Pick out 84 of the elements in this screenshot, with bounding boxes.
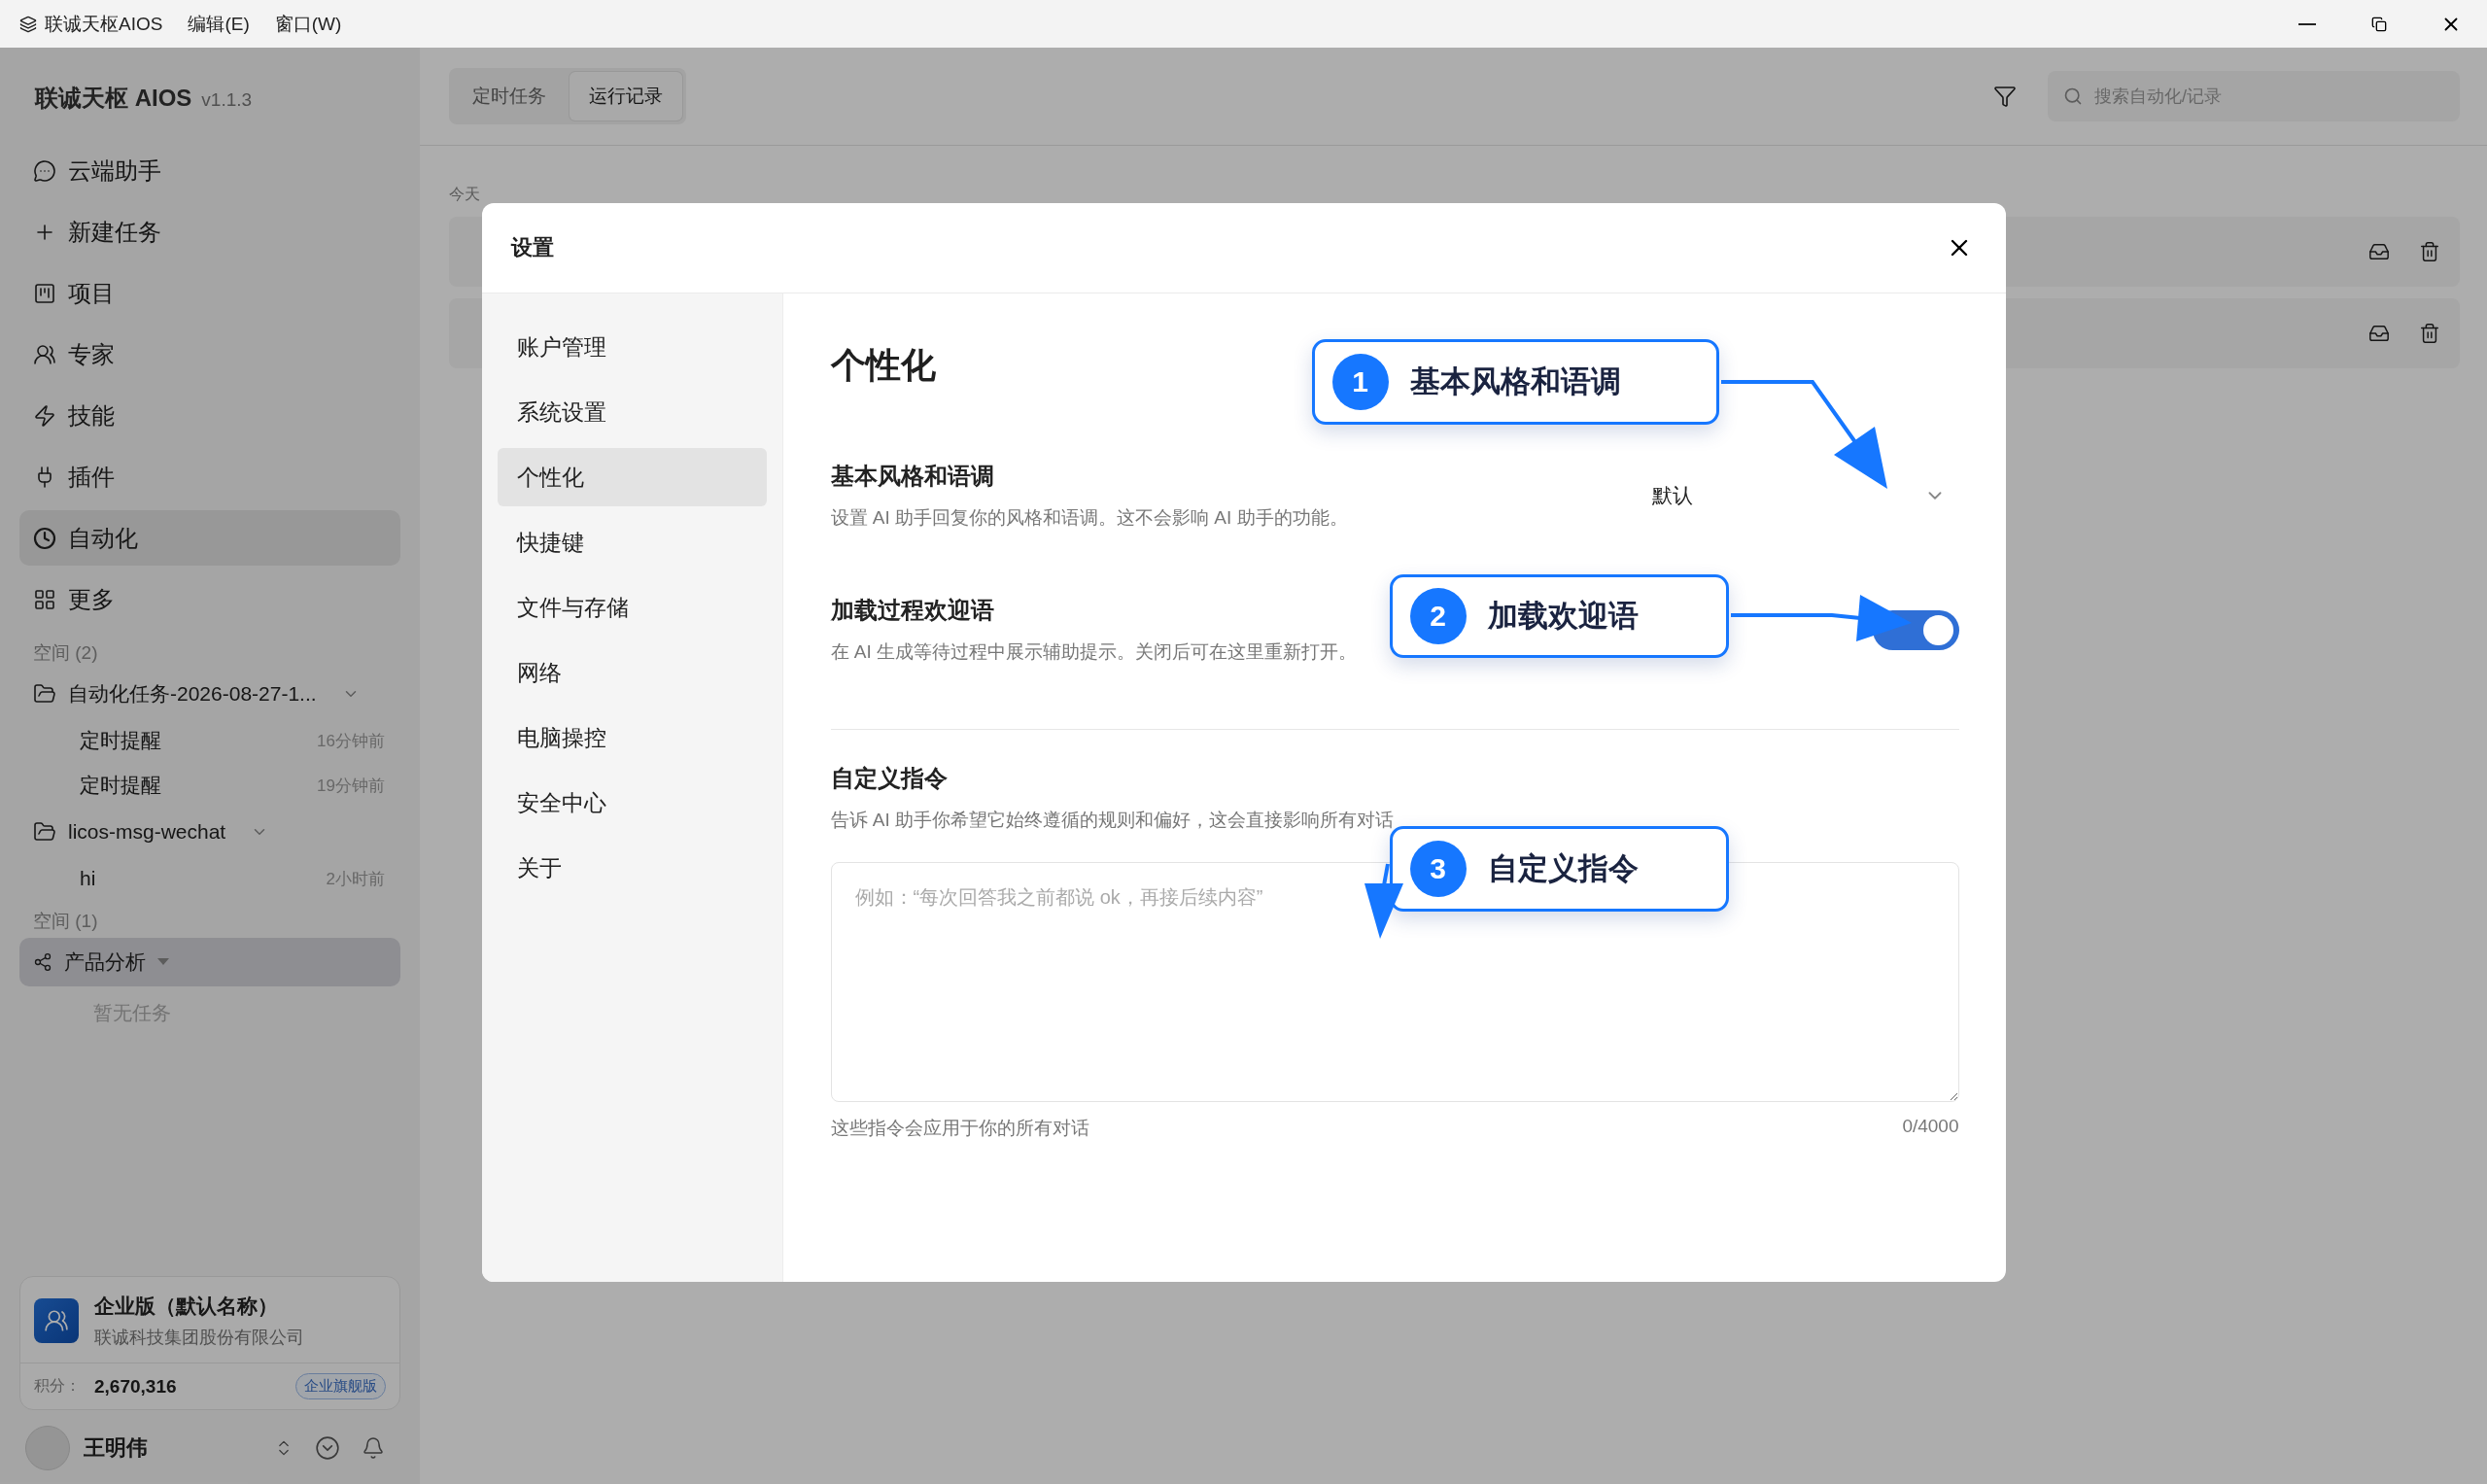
section-heading: 个性化	[830, 344, 936, 387]
task-time: 19分钟前	[317, 775, 385, 797]
team-avatar-icon	[34, 1298, 79, 1343]
sidebar-item[interactable]: 插件	[19, 449, 400, 504]
sidebar-item[interactable]: 技能	[19, 388, 400, 443]
callout-label: 基本风格和语调	[1409, 363, 1621, 400]
plan-badge: 企业旗舰版	[295, 1373, 386, 1399]
hint-text: 这些指令会应用于你的所有对话	[830, 1117, 1089, 1140]
app-logo-icon	[19, 15, 37, 33]
plan-name: 企业版（默认名称）	[94, 1294, 279, 1319]
number-badge: 3	[1409, 841, 1467, 897]
setting-title: 自定义指令	[830, 764, 949, 793]
setting-description: 在 AI 生成等待过程中展示辅助提示。关闭后可在这里重新打开。	[830, 640, 1357, 664]
share-icon	[33, 952, 52, 972]
settings-nav-item[interactable]: 电脑操控	[497, 708, 767, 767]
settings-nav-item[interactable]: 文件与存储	[497, 578, 767, 637]
sidebar-item[interactable]: 项目	[19, 265, 400, 321]
task-item[interactable]: 定时提醒 19分钟前	[19, 763, 400, 808]
settings-nav-item[interactable]: 安全中心	[497, 774, 767, 832]
clock-icon	[33, 526, 56, 550]
sidebar-item[interactable]: 云端助手	[19, 143, 400, 198]
space-group[interactable]: licos-msg-wechat	[19, 808, 400, 856]
points-label: 积分：	[34, 1376, 81, 1396]
space-group[interactable]: 自动化任务-2026-08-27-1...	[19, 670, 400, 718]
points-value: 2,670,316	[94, 1375, 177, 1398]
task-name: hi	[80, 867, 96, 890]
people-icon	[33, 342, 56, 366]
number-badge: 1	[1331, 354, 1389, 410]
inbox-icon[interactable]	[2368, 323, 2390, 344]
number-badge: 2	[1409, 588, 1467, 644]
setting-title: 加载过程欢迎语	[830, 596, 995, 625]
sidebar-item[interactable]: 专家	[19, 327, 400, 382]
sidebar-item[interactable]: 新建任务	[19, 204, 400, 259]
tab[interactable]: 运行记录	[570, 72, 682, 121]
setting-description: 设置 AI 助手回复你的风格和语调。这不会影响 AI 助手的功能。	[830, 506, 1348, 530]
trash-icon[interactable]	[2419, 241, 2440, 262]
circle-chevron-icon[interactable]	[315, 1435, 340, 1461]
chat-bubble-icon	[33, 158, 56, 183]
filter-icon[interactable]	[1993, 85, 2017, 108]
settings-nav-item[interactable]: 系统设置	[497, 383, 767, 441]
version-label: v1.1.3	[201, 89, 253, 111]
board-icon	[33, 281, 56, 305]
trash-icon[interactable]	[2419, 323, 2440, 344]
folder-icon	[33, 682, 56, 706]
settings-nav-item[interactable]: 关于	[497, 839, 767, 897]
search-field[interactable]: 搜索自动化/记录	[2048, 71, 2460, 121]
sidebar-item[interactable]: 自动化	[19, 510, 400, 566]
settings-nav-item[interactable]: 个性化	[497, 448, 767, 506]
task-time: 2小时前	[326, 868, 385, 890]
folder-icon	[33, 820, 56, 844]
inbox-icon[interactable]	[2368, 241, 2390, 262]
grid-icon	[33, 587, 56, 611]
settings-nav-item[interactable]: 网络	[497, 643, 767, 702]
task-time: 16分钟前	[317, 730, 385, 752]
dialog-title: 设置	[510, 234, 554, 261]
caret-icon	[157, 958, 169, 966]
setting-description: 告诉 AI 助手你希望它始终遵循的规则和偏好，这会直接影响所有对话	[830, 809, 1395, 832]
menu-item[interactable]: 联诚天枢AIOS	[45, 11, 163, 37]
minimize-icon	[2298, 22, 2316, 25]
group-label: 今天	[448, 185, 480, 204]
task-item[interactable]: 定时提醒 16分钟前	[19, 718, 400, 763]
callout-label: 加载欢迎语	[1487, 598, 1639, 635]
sidebar-item[interactable]: 更多	[19, 571, 400, 627]
menu-item[interactable]: 编辑(E)	[188, 11, 250, 37]
character-counter: 0/4000	[1902, 1116, 1959, 1138]
space-label: 空间 (2)	[32, 641, 99, 665]
setting-title: 基本风格和语调	[830, 462, 995, 491]
account-card[interactable]: 企业版（默认名称） 联诚科技集团股份有限公司 积分： 2,670,316 企业旗舰版	[19, 1276, 400, 1410]
settings-nav-item[interactable]: 快捷键	[497, 513, 767, 571]
user-name: 王明伟	[84, 1434, 148, 1462]
settings-nav-item[interactable]: 账户管理	[497, 318, 767, 376]
task-item[interactable]: hi 2小时前	[19, 856, 400, 901]
bell-icon[interactable]	[362, 1436, 385, 1460]
space-group[interactable]: 产品分析	[19, 938, 400, 986]
style-select[interactable]: 默认	[1638, 471, 1959, 520]
task-name: 定时提醒	[80, 773, 161, 798]
brand-name: 联诚天枢 AIOS	[35, 84, 192, 113]
space-label: 空间 (1)	[32, 910, 99, 933]
company-name: 联诚科技集团股份有限公司	[94, 1327, 304, 1349]
menu-item[interactable]: 窗口(W)	[274, 11, 342, 37]
restore-icon	[2371, 16, 2387, 32]
task-name: 定时提醒	[80, 728, 161, 753]
lightning-icon	[33, 403, 56, 428]
tab[interactable]: 定时任务	[453, 72, 566, 121]
